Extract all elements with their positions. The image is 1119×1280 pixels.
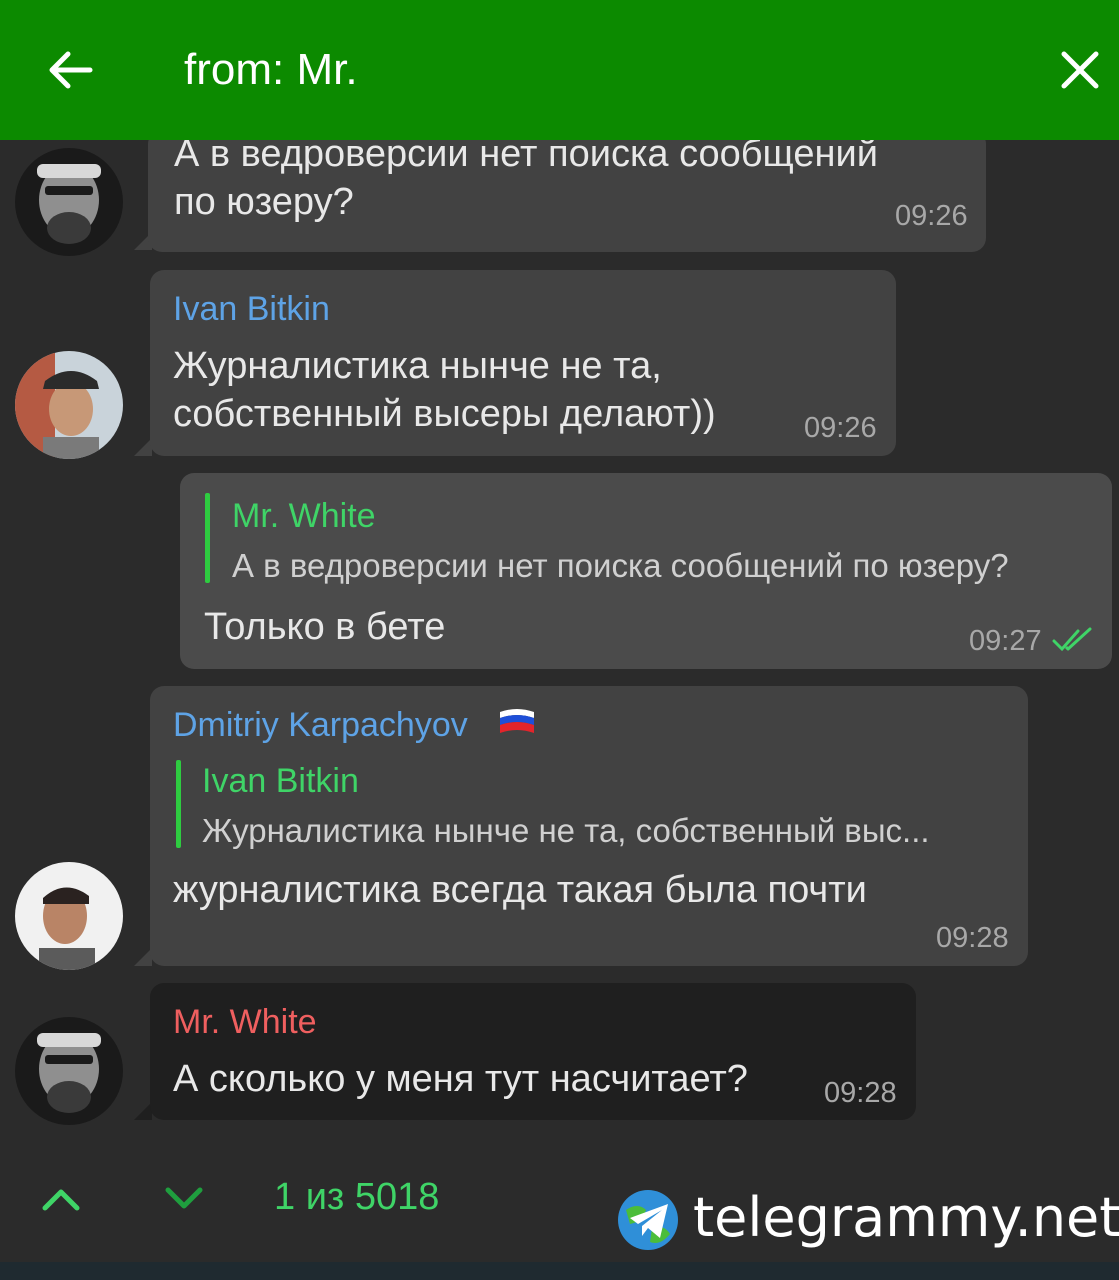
- message-time: 09:28: [824, 1077, 897, 1109]
- brand-watermark: telegrammy.net: [693, 1186, 1119, 1249]
- message-list[interactable]: А в ведроверсии нет поиска сообщений по …: [0, 140, 1119, 1140]
- close-icon: [1061, 51, 1099, 89]
- message-time: 09:26: [804, 412, 877, 444]
- message-text: собственный высеры делают)): [173, 393, 716, 435]
- message-text: А сколько у меня тут насчитает?: [173, 1058, 748, 1100]
- telegram-globe-icon: [618, 1190, 678, 1250]
- bottom-strip: [0, 1262, 1119, 1280]
- reply-sender[interactable]: Ivan Bitkin: [202, 762, 359, 801]
- message-bubble[interactable]: Ivan Bitkin Журналистика нынче не та, со…: [150, 270, 896, 456]
- search-header: [0, 0, 1119, 140]
- sender-name[interactable]: Ivan Bitkin: [173, 290, 330, 329]
- message-time: 09:26: [895, 200, 968, 232]
- message-time: 09:27: [969, 625, 1042, 657]
- back-button[interactable]: [30, 30, 110, 110]
- avatar-mr-white[interactable]: [15, 1017, 123, 1125]
- sender-name[interactable]: Mr. White: [173, 1003, 317, 1042]
- reply-text[interactable]: А в ведроверсии нет поиска сообщений по …: [232, 547, 1009, 585]
- message-bubble[interactable]: Dmitriy Karpachyov Ivan Bitkin Журналист…: [150, 686, 1028, 966]
- previous-result-button[interactable]: [26, 1164, 96, 1234]
- close-button[interactable]: [1040, 30, 1119, 110]
- message-bubble[interactable]: А в ведроверсии нет поиска сообщений по …: [148, 140, 986, 252]
- message-time: 09:28: [936, 922, 1009, 954]
- message-text: А в ведроверсии нет поиска сообщений: [174, 140, 878, 175]
- reply-bar: [176, 760, 181, 848]
- message-text: Журналистика нынче не та,: [173, 345, 662, 387]
- reply-sender[interactable]: Mr. White: [232, 497, 376, 536]
- message-text: по юзеру?: [174, 181, 354, 223]
- message-text: Только в бете: [204, 606, 446, 648]
- search-input[interactable]: [184, 40, 984, 100]
- chevron-up-icon: [42, 1189, 80, 1211]
- message-text: журналистика всегда такая была почти: [173, 869, 867, 911]
- russia-flag-icon: [500, 709, 534, 733]
- result-counter: 1 из 5018: [274, 1176, 440, 1218]
- reply-text[interactable]: Журналистика нынче не та, собственный вы…: [202, 812, 930, 850]
- message-bubble-outgoing[interactable]: Mr. White А в ведроверсии нет поиска соо…: [180, 473, 1112, 669]
- arrow-left-icon: [49, 51, 93, 89]
- double-check-icon: [1052, 627, 1092, 652]
- next-result-button[interactable]: [149, 1164, 219, 1234]
- sender-name[interactable]: Dmitriy Karpachyov: [173, 706, 468, 745]
- avatar-ivan-bitkin[interactable]: [15, 351, 123, 459]
- message-bubble-highlighted[interactable]: Mr. White А сколько у меня тут насчитает…: [150, 983, 916, 1120]
- chevron-down-icon: [165, 1187, 203, 1209]
- avatar-mr-white[interactable]: [15, 148, 123, 256]
- reply-bar: [205, 493, 210, 583]
- avatar-dmitriy-karpachyov[interactable]: [15, 862, 123, 970]
